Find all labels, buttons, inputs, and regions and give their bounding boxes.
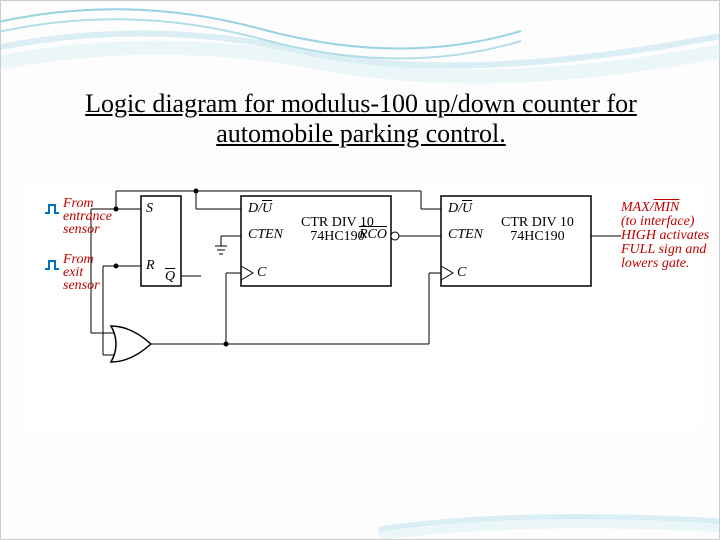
ctr2-du-label: D/U <box>448 201 472 217</box>
decorative-wave-bottom <box>0 499 719 539</box>
title-line1: Logic diagram for modulus-100 up/down co… <box>85 89 637 118</box>
latch-r-label: R <box>146 258 155 274</box>
ctr1-rco-label: RCO <box>359 227 387 243</box>
ctr2-clk-label: C <box>457 265 466 281</box>
latch-qbar-label: Q <box>165 269 175 285</box>
ctr1-du-label: D/U <box>248 201 272 217</box>
decorative-wave-top <box>1 1 720 91</box>
ctr1-cten-label: CTEN <box>248 227 283 243</box>
logic-diagram: Fromentrancesensor Fromexitsensor S R Q … <box>21 181 701 431</box>
latch-s-label: S <box>146 201 153 217</box>
label-exit-sensor: Fromexitsensor <box>63 253 100 292</box>
ctr1-clk-label: C <box>257 265 266 281</box>
page-title: Logic diagram for modulus-100 up/down co… <box>1 89 720 149</box>
ctr2-name: CTR DIV 1074HC190 <box>501 216 574 244</box>
ctr2-cten-label: CTEN <box>448 227 483 243</box>
title-line2: automobile parking control. <box>216 119 506 148</box>
label-entrance-sensor: Fromentrancesensor <box>63 197 112 236</box>
label-output: MAX/MIN (to interface)HIGH activatesFULL… <box>621 201 709 271</box>
